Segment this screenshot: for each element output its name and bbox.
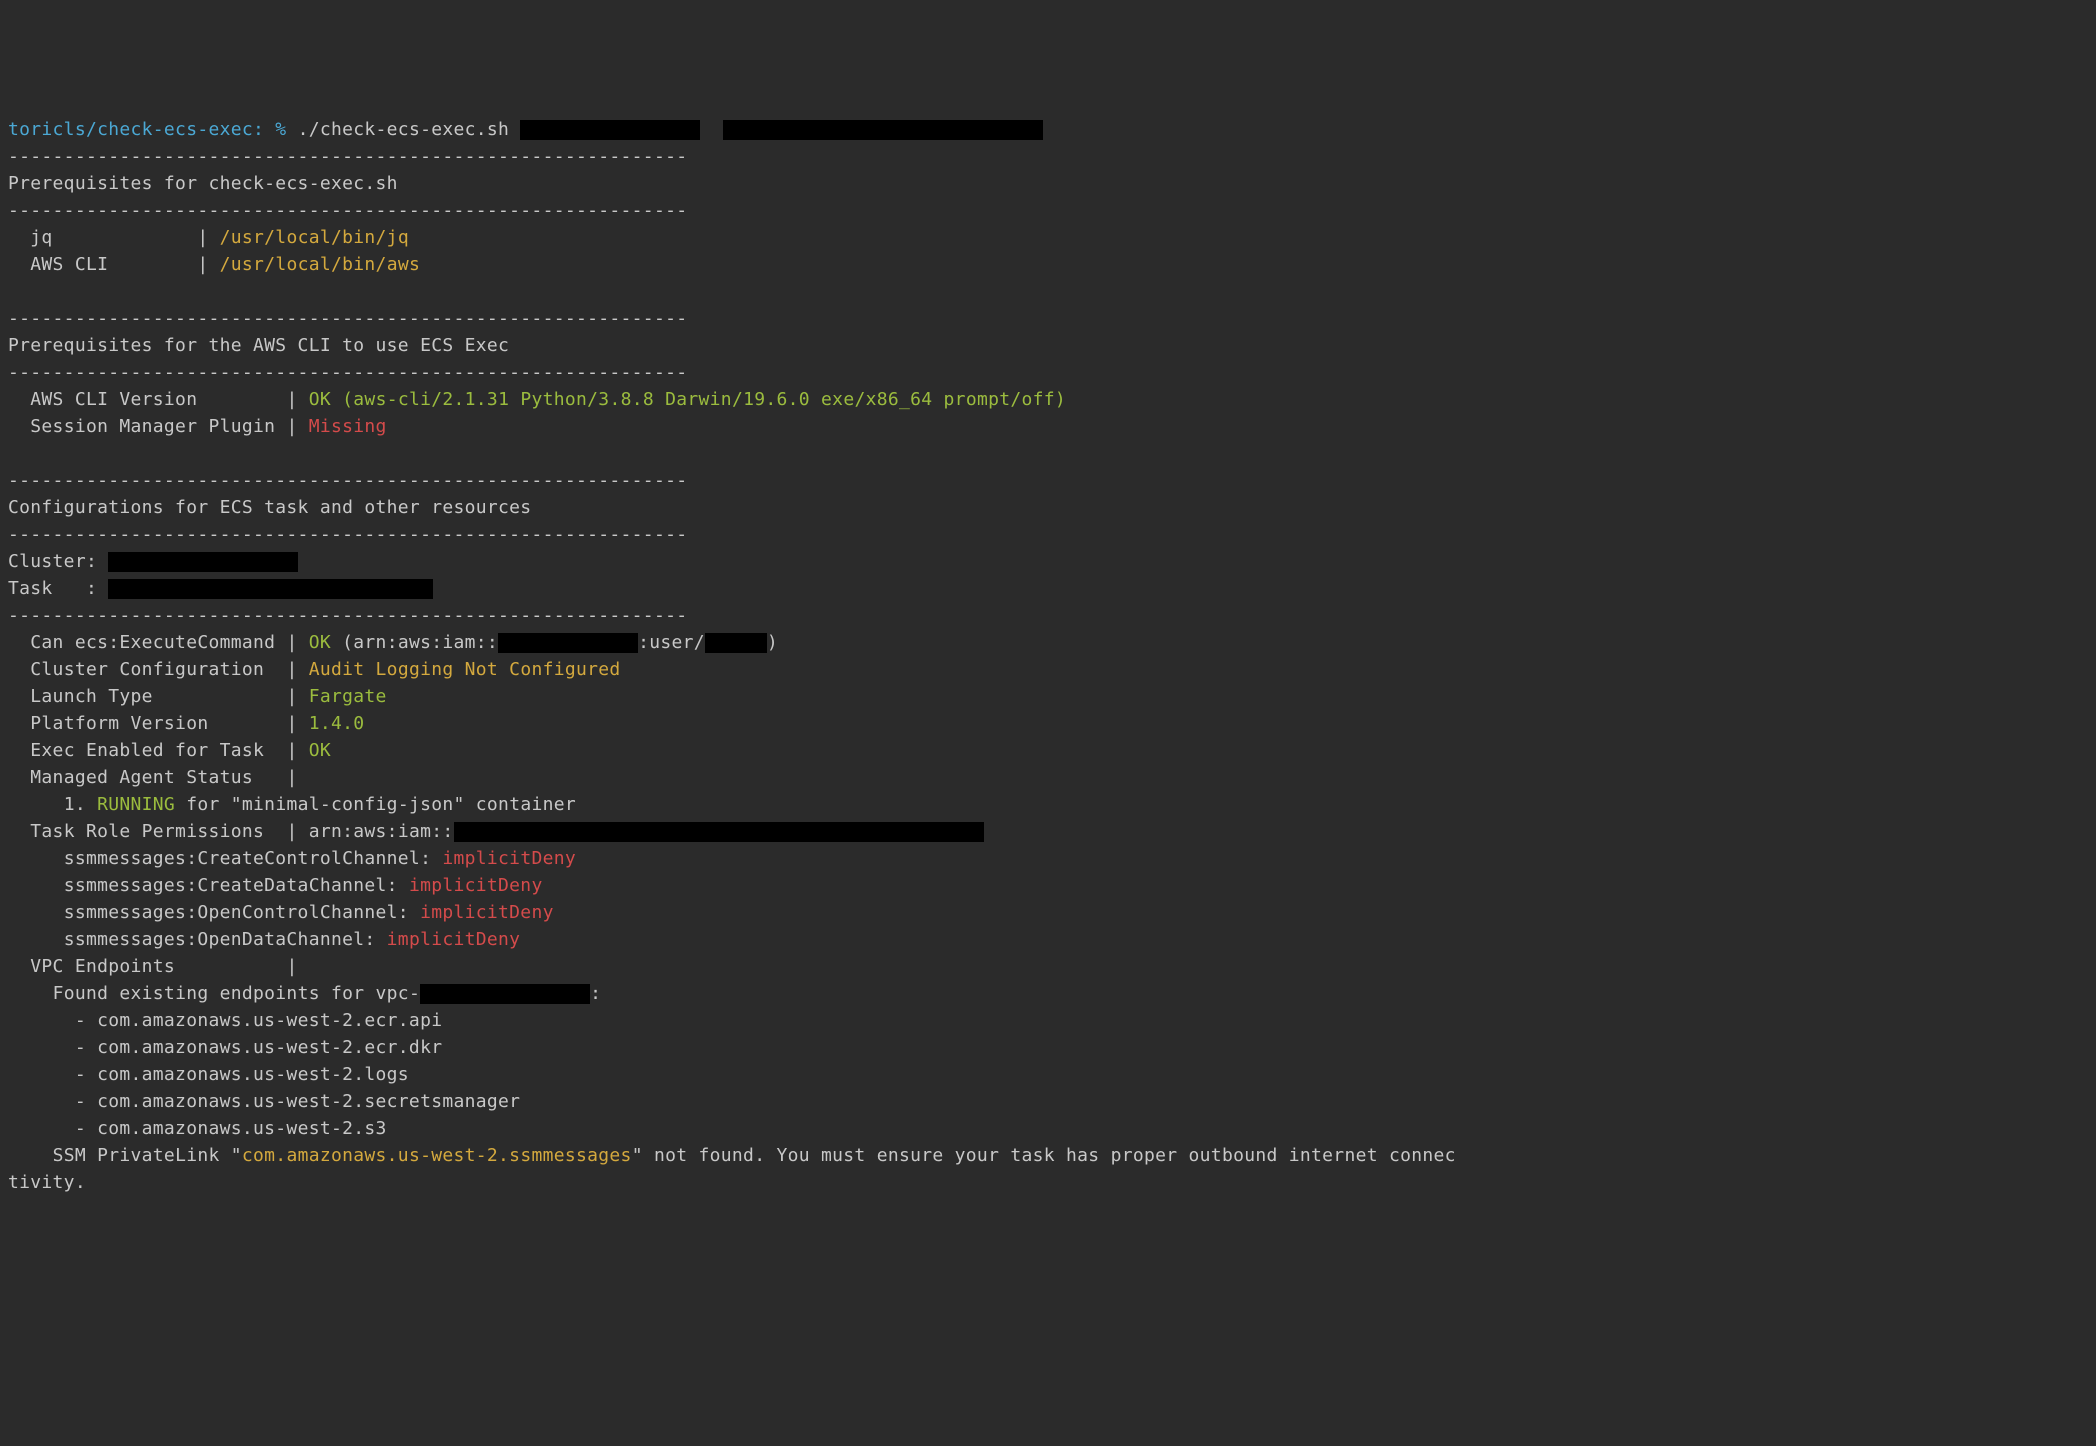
section-title: Prerequisites for check-ecs-exec.sh [8,173,398,194]
cluster-config-status: Audit Logging Not Configured [309,659,621,680]
sep: | [286,416,297,437]
status-ok: OK [309,740,331,761]
container-detail: for "minimal-config-json" container [186,794,576,815]
redacted [108,579,433,599]
section-title: Prerequisites for the AWS CLI to use ECS… [8,335,509,356]
task-label: Task : [8,578,97,599]
launch-type-label: Launch Type [30,686,153,707]
jq-label: jq [30,227,52,248]
divider: ----------------------------------------… [8,524,687,545]
command-text: ./check-ecs-exec.sh [298,119,510,140]
arn-prefix: arn:aws:iam:: [309,821,454,842]
session-mgr-label: Session Manager Plugin [30,416,275,437]
endpoint: - com.amazonaws.us-west-2.ecr.api [75,1010,443,1031]
endpoint: - com.amazonaws.us-west-2.s3 [75,1118,387,1139]
awscli-label: AWS CLI [30,254,108,275]
task-role-label: Task Role Permissions [30,821,264,842]
sep: | [286,767,297,788]
prompt-line: toricls/check-ecs-exec: % ./check-ecs-ex… [8,119,1043,140]
colon: : [590,983,601,1004]
sep: | [286,713,297,734]
status-missing: Missing [309,416,387,437]
awscli-path: /usr/local/bin/aws [220,254,420,275]
divider: ----------------------------------------… [8,200,687,221]
sep: | [286,632,297,653]
redacted [454,822,984,842]
sep: | [286,821,297,842]
perm-action: ssmmessages:OpenDataChannel: [64,929,376,950]
arn-post: ) [767,632,778,653]
sep: | [286,659,297,680]
status-ok: OK [309,389,331,410]
sep: | [286,740,297,761]
perm-action: ssmmessages:CreateControlChannel: [64,848,432,869]
ssm-pre: SSM PrivateLink " [53,1145,242,1166]
sep: | [197,227,208,248]
endpoint: - com.amazonaws.us-west-2.ecr.dkr [75,1037,443,1058]
arn-prefix: (arn:aws:iam:: [342,632,498,653]
endpoint: - com.amazonaws.us-west-2.secretsmanager [75,1091,520,1112]
perm-result: implicitDeny [387,929,521,950]
section-title: Configurations for ECS task and other re… [8,497,531,518]
terminal-output: toricls/check-ecs-exec: % ./check-ecs-ex… [8,116,2088,1196]
endpoint: - com.amazonaws.us-west-2.logs [75,1064,409,1085]
sep: | [286,686,297,707]
sep: | [197,254,208,275]
platform-version-label: Platform Version [30,713,208,734]
cluster-label: Cluster: [8,551,97,572]
vpc-found: Found existing endpoints for vpc- [53,983,421,1004]
perm-result: implicitDeny [442,848,576,869]
redacted [108,552,298,572]
redacted [705,633,767,653]
aws-cli-version-detail: (aws-cli/2.1.31 Python/3.8.8 Darwin/19.6… [342,389,1066,410]
redacted [520,120,700,140]
ssm-endpoint-name: com.amazonaws.us-west-2.ssmmessages [242,1145,632,1166]
divider: ----------------------------------------… [8,362,687,383]
divider: ----------------------------------------… [8,308,687,329]
cluster-config-label: Cluster Configuration [30,659,264,680]
divider: ----------------------------------------… [8,470,687,491]
prompt-path: toricls/check-ecs-exec: [8,119,264,140]
vpc-endpoints-label: VPC Endpoints [30,956,175,977]
sep: | [286,956,297,977]
prompt-symbol: % [275,119,286,140]
managed-agent-label: Managed Agent Status [30,767,253,788]
perm-action: ssmmessages:OpenControlChannel: [64,902,409,923]
sep: | [286,389,297,410]
perm-result: implicitDeny [409,875,543,896]
redacted [420,984,590,1004]
ssm-post-wrap: tivity. [8,1172,86,1193]
item-number: 1. [64,794,86,815]
ssm-post: " not found. You must ensure your task h… [632,1145,1456,1166]
exec-enabled-label: Exec Enabled for Task [30,740,264,761]
status-running: RUNNING [97,794,175,815]
redacted [723,120,1043,140]
status-ok: OK [309,632,331,653]
aws-cli-version-label: AWS CLI Version [30,389,197,410]
perm-action: ssmmessages:CreateDataChannel: [64,875,398,896]
jq-path: /usr/local/bin/jq [220,227,409,248]
redacted [498,633,638,653]
divider: ----------------------------------------… [8,605,687,626]
platform-version-value: 1.4.0 [309,713,365,734]
launch-type-value: Fargate [309,686,387,707]
perm-result: implicitDeny [420,902,554,923]
divider: ----------------------------------------… [8,146,687,167]
execute-cmd-label: Can ecs:ExecuteCommand [30,632,275,653]
arn-mid: :user/ [638,632,705,653]
